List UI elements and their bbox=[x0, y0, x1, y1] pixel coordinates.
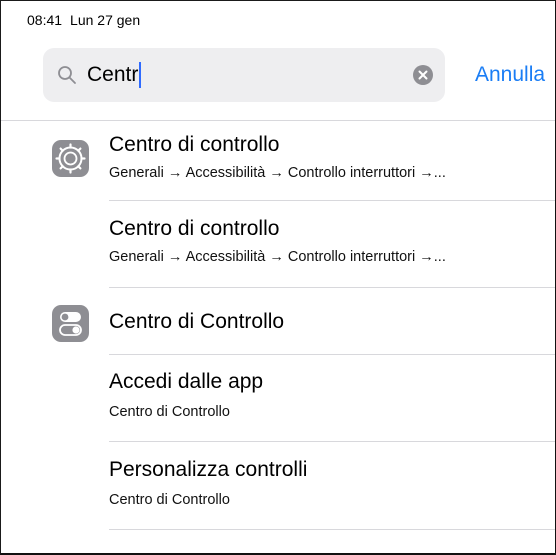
search-result-item[interactable]: Personalizza controlli Centro di Control… bbox=[1, 442, 555, 530]
result-title: Centro di controllo bbox=[109, 133, 280, 156]
clear-text-icon[interactable] bbox=[413, 65, 433, 85]
text-cursor bbox=[139, 62, 142, 88]
status-time: 08:41 bbox=[27, 12, 63, 28]
result-subtitle: Generali → Accessibilità → Controllo int… bbox=[109, 165, 446, 181]
result-title: Centro di controllo bbox=[109, 217, 280, 240]
result-title: Accedi dalle app bbox=[109, 370, 264, 393]
cancel-button[interactable]: Annulla bbox=[475, 62, 545, 88]
status-date: Lun 27 gen bbox=[70, 12, 141, 28]
search-query: Centr bbox=[87, 62, 142, 88]
gear-icon bbox=[52, 140, 89, 177]
row-separator bbox=[109, 529, 555, 530]
search-query-text: Centr bbox=[87, 63, 139, 86]
control-center-icon bbox=[52, 305, 89, 342]
result-subtitle: Centro di Controllo bbox=[109, 404, 230, 420]
search-result-item[interactable]: Centro di Controllo bbox=[1, 288, 555, 355]
search-bar: Centr Annulla bbox=[43, 48, 555, 102]
search-icon bbox=[58, 66, 76, 84]
result-title: Centro di Controllo bbox=[109, 310, 285, 333]
result-subtitle: Generali → Accessibilità → Controllo int… bbox=[109, 249, 446, 265]
result-subtitle: Centro di Controllo bbox=[109, 492, 230, 508]
search-result-item[interactable]: Centro di controllo Generali → Accessibi… bbox=[1, 201, 555, 288]
settings-search-screen: 08:41 Lun 27 gen Centr Annulla Centro di… bbox=[0, 0, 556, 555]
search-input[interactable]: Centr bbox=[43, 48, 445, 102]
search-result-item[interactable]: Accedi dalle app Centro di Controllo bbox=[1, 355, 555, 442]
status-bar: 08:41 Lun 27 gen bbox=[27, 9, 140, 31]
result-title: Personalizza controlli bbox=[109, 458, 308, 481]
search-result-item[interactable]: Centro di controllo Generali → Accessibi… bbox=[1, 121, 555, 206]
